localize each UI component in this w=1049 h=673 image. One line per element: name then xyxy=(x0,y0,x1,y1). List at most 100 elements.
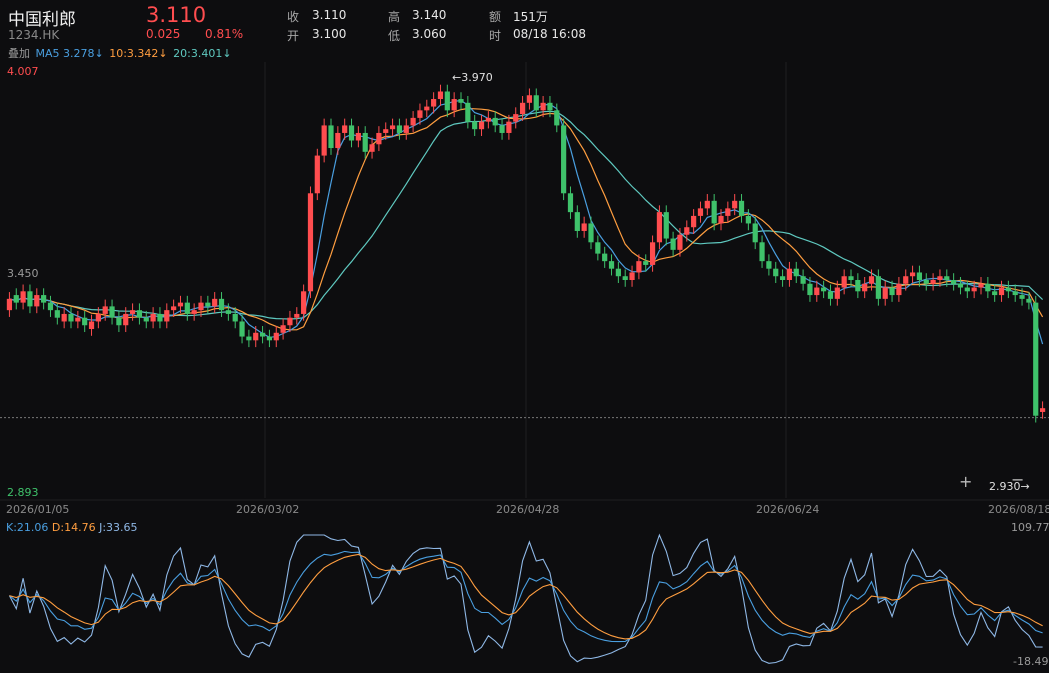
candle-body xyxy=(882,287,888,299)
candle-body xyxy=(519,102,526,115)
candle-body xyxy=(697,208,704,216)
candle-body xyxy=(547,102,553,111)
candle-body xyxy=(951,280,957,284)
candle-body xyxy=(383,129,389,133)
candle-body xyxy=(472,121,478,130)
candle-body xyxy=(827,291,834,299)
candle-body xyxy=(280,325,286,333)
candle-body xyxy=(287,317,293,326)
candle-body xyxy=(1019,295,1025,299)
candle-body xyxy=(561,125,567,194)
candle-body xyxy=(1026,298,1032,303)
candle-body xyxy=(136,310,143,318)
candle-body xyxy=(396,125,403,133)
candle-body xyxy=(554,110,560,126)
candle-body xyxy=(1012,291,1018,296)
kdj-d-line xyxy=(9,553,1043,640)
candle-body xyxy=(342,125,348,133)
candle-body xyxy=(232,313,238,322)
candle-body xyxy=(198,302,204,311)
candle-body xyxy=(492,117,498,126)
candle-body xyxy=(239,321,245,337)
candle-body xyxy=(61,313,67,322)
candle-body xyxy=(150,313,156,322)
candle-body xyxy=(478,121,485,130)
candle-body xyxy=(301,291,307,314)
zoom-out-button[interactable]: − xyxy=(1011,470,1024,489)
kdj-axis-min: -18.49 xyxy=(1013,655,1049,668)
x-tick-label: 2026/04/28 xyxy=(496,503,560,516)
candle-body xyxy=(513,114,519,122)
candle-body xyxy=(643,261,649,265)
candle-body xyxy=(335,132,341,149)
candle-body xyxy=(889,287,895,296)
candle-body xyxy=(451,99,457,111)
candle-body xyxy=(711,200,717,224)
candle-body xyxy=(431,99,437,107)
candle-body xyxy=(656,212,663,243)
candle-body xyxy=(164,310,170,322)
candle-body xyxy=(41,295,47,303)
candle-body xyxy=(307,193,314,292)
candle-body xyxy=(608,261,615,269)
candle-body xyxy=(800,276,806,284)
candle-body xyxy=(588,223,594,243)
candle-body xyxy=(437,91,444,100)
price-chart[interactable] xyxy=(0,0,1049,673)
candle-body xyxy=(246,336,252,341)
candle-body xyxy=(20,291,26,303)
candle-body xyxy=(143,317,149,322)
candle-body xyxy=(499,125,505,133)
candle-body xyxy=(109,306,115,318)
candle-body xyxy=(218,298,225,311)
candle-body xyxy=(978,283,984,288)
candle-body xyxy=(964,287,970,292)
candle-body xyxy=(75,317,81,322)
candle-body xyxy=(992,291,998,296)
candle-body xyxy=(123,313,129,326)
candle-body xyxy=(314,155,320,194)
zoom-in-button[interactable]: + xyxy=(959,472,972,491)
candle-body xyxy=(930,280,936,284)
candle-body xyxy=(649,242,656,265)
candle-body xyxy=(485,117,491,122)
kdj-k-line xyxy=(9,550,1043,643)
kdj-j-legend: J:33.65 xyxy=(99,521,138,534)
candle-body xyxy=(1039,408,1046,412)
candle-body xyxy=(957,283,964,288)
candle-body xyxy=(998,287,1005,296)
candle-body xyxy=(985,283,991,292)
candle-body xyxy=(540,102,546,111)
candle-body xyxy=(909,272,916,277)
candle-body xyxy=(6,298,13,311)
candle-body xyxy=(622,276,628,280)
y-axis-max: 4.007 xyxy=(7,65,39,78)
candle-body xyxy=(417,110,423,118)
candle-body xyxy=(581,223,587,231)
candle-body xyxy=(574,212,580,231)
candle-body xyxy=(88,321,95,330)
candle-body xyxy=(944,276,950,280)
candle-body xyxy=(670,238,676,250)
x-tick-label: 2026/03/02 xyxy=(236,503,300,516)
candle-body xyxy=(786,268,793,280)
candle-body xyxy=(718,215,724,224)
candle-body xyxy=(116,317,122,326)
y-axis-mid: 3.450 xyxy=(7,267,39,280)
candle-body xyxy=(102,306,108,314)
kdj-k-legend: K:21.06 xyxy=(6,521,49,534)
candle-body xyxy=(376,132,382,145)
candle-body xyxy=(814,287,820,296)
candle-body xyxy=(759,242,765,262)
candle-body xyxy=(971,287,977,292)
candle-body xyxy=(506,121,512,133)
candle-body xyxy=(389,125,396,130)
candle-body xyxy=(13,295,19,303)
candle-body xyxy=(779,276,786,280)
candle-body xyxy=(807,283,813,296)
candle-body xyxy=(663,212,669,239)
candle-body xyxy=(95,313,101,322)
candle-body xyxy=(177,302,184,307)
candle-body xyxy=(205,302,211,307)
candle-body xyxy=(636,261,642,273)
